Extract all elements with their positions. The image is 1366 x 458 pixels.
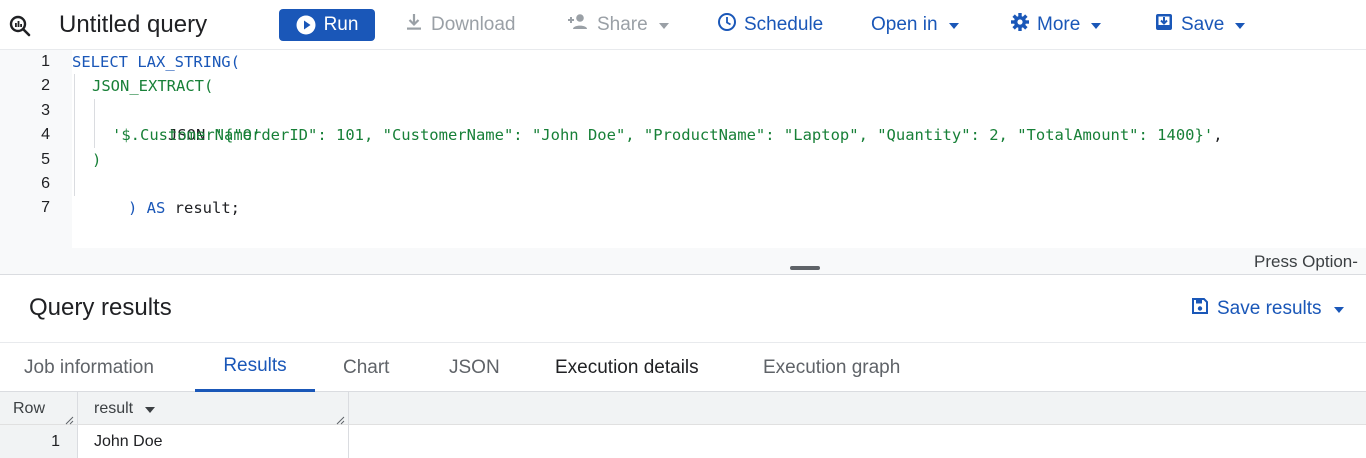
save-button[interactable]: Save [1154, 9, 1246, 41]
run-label: Run [323, 14, 359, 35]
chevron-down-icon [948, 23, 959, 29]
open-in-label: Open in [871, 14, 938, 35]
tab-chart[interactable]: Chart [343, 343, 389, 392]
query-results-title: Query results [29, 294, 172, 321]
schedule-label: Schedule [744, 14, 824, 35]
line-number: 3 [41, 102, 50, 119]
column-resize-icon[interactable] [335, 412, 345, 425]
indent-guide [94, 99, 95, 148]
download-label: Download [431, 14, 516, 35]
accessibility-hint: Press Option- [1254, 252, 1358, 271]
tab-execution-graph[interactable]: Execution graph [763, 343, 900, 392]
column-resize-icon[interactable] [64, 412, 74, 425]
share-button[interactable]: Share [566, 9, 669, 41]
editor-footer: Press Option- [0, 248, 1366, 275]
code-line-5: ) [92, 151, 102, 169]
share-label: Share [597, 14, 648, 35]
chevron-down-icon [1333, 307, 1344, 313]
line-number: 2 [41, 77, 50, 94]
chevron-down-icon [1091, 23, 1102, 29]
save-results-label: Save results [1217, 298, 1322, 319]
schedule-button[interactable]: Schedule [717, 9, 823, 41]
save-icon [1191, 297, 1209, 321]
save-download-icon [1154, 12, 1174, 38]
sort-menu-icon[interactable] [145, 406, 156, 413]
row-column-header: Row [0, 392, 78, 425]
query-icon [8, 14, 32, 38]
as-keyword: AS [146, 199, 166, 217]
result-header-label: result [94, 399, 134, 417]
sql-editor[interactable]: 1 2 3 4 5 6 7 SELECT LAX_STRING( JSON_EX… [0, 50, 1366, 248]
gear-icon [1010, 12, 1030, 38]
query-toolbar: Untitled query Run Download Share Schedu… [0, 0, 1366, 50]
row-number: 1 [0, 425, 78, 458]
results-tabs: Job information Results Chart JSON Execu… [0, 342, 1366, 392]
tab-execution-details[interactable]: Execution details [555, 343, 699, 392]
tab-results[interactable]: Results [195, 343, 315, 392]
tab-json[interactable]: JSON [449, 343, 500, 392]
code-line-2: JSON_EXTRACT( [92, 77, 214, 95]
row-header-label: Row [13, 399, 46, 417]
table-row: 1 John Doe [0, 425, 1366, 458]
result-column-header[interactable]: result [78, 392, 349, 425]
save-label: Save [1181, 14, 1225, 35]
more-button[interactable]: More [1010, 9, 1102, 41]
code-line-6: ) AS result; [72, 172, 240, 217]
code-line-1: SELECT LAX_STRING( [72, 53, 240, 71]
table-header-row: Row result [0, 392, 1366, 425]
save-results-button[interactable]: Save results [1191, 297, 1344, 321]
results-table: Row result 1 John Doe [0, 392, 1366, 458]
download-icon [404, 12, 424, 38]
run-button[interactable]: Run [279, 9, 375, 41]
line-number-gutter: 1 2 3 4 5 6 7 [0, 50, 72, 248]
comma: , [1213, 126, 1223, 144]
query-title[interactable]: Untitled query [59, 8, 207, 42]
line-number: 7 [41, 199, 50, 216]
json-string-literal: '{"OrderID": 101, "CustomerName": "John … [214, 126, 1214, 144]
code-area[interactable]: SELECT LAX_STRING( JSON_EXTRACT( JSON '{… [72, 50, 1366, 248]
play-icon [296, 15, 316, 35]
alias-text: result; [165, 199, 240, 217]
tab-job-information[interactable]: Job information [24, 343, 154, 392]
chevron-down-icon [1235, 23, 1246, 29]
closing-paren: ) [128, 199, 147, 217]
download-button[interactable]: Download [404, 9, 516, 41]
result-cell[interactable]: John Doe [78, 425, 349, 458]
chevron-down-icon [658, 23, 669, 29]
code-line-4: '$.CustomerName' [112, 126, 262, 144]
add-person-icon [566, 12, 590, 38]
more-label: More [1037, 14, 1081, 35]
clock-icon [717, 12, 737, 38]
open-in-button[interactable]: Open in [871, 9, 959, 41]
line-number: 5 [41, 151, 50, 168]
line-number: 6 [41, 175, 50, 192]
resize-handle[interactable] [790, 266, 820, 270]
line-number: 1 [41, 53, 50, 70]
code-line-3: JSON '{"OrderID": 101, "CustomerName": "… [112, 99, 1223, 144]
line-number: 4 [41, 126, 50, 143]
